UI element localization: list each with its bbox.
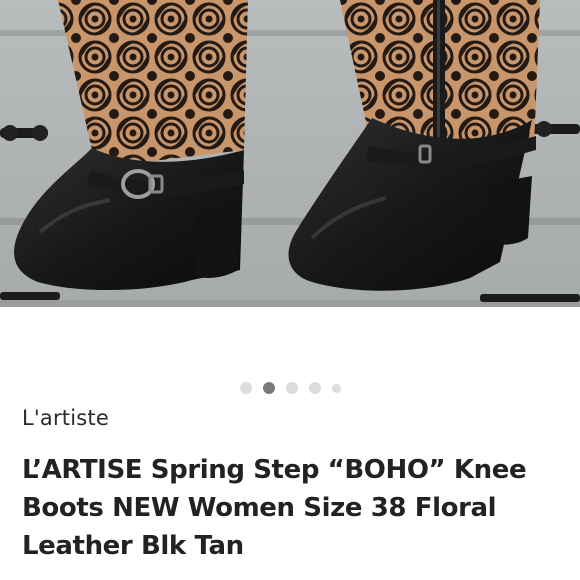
listing-title: L’ARTISE Spring Step “BOHO” Knee Boots N… — [22, 455, 527, 561]
pager-dot-4[interactable] — [308, 382, 321, 394]
listing-screen: L'artiste L’ARTISE Spring Step “BOHO” Kn… — [0, 0, 580, 580]
pager-dot-1[interactable] — [239, 382, 252, 394]
pager-dot-2-active[interactable] — [262, 382, 275, 394]
pager-dot-5[interactable] — [331, 383, 341, 393]
product-photo[interactable] — [0, 0, 580, 307]
image-pager — [0, 380, 580, 396]
brand-name[interactable]: L'artiste — [22, 406, 109, 430]
pager-dot-3[interactable] — [285, 382, 298, 394]
